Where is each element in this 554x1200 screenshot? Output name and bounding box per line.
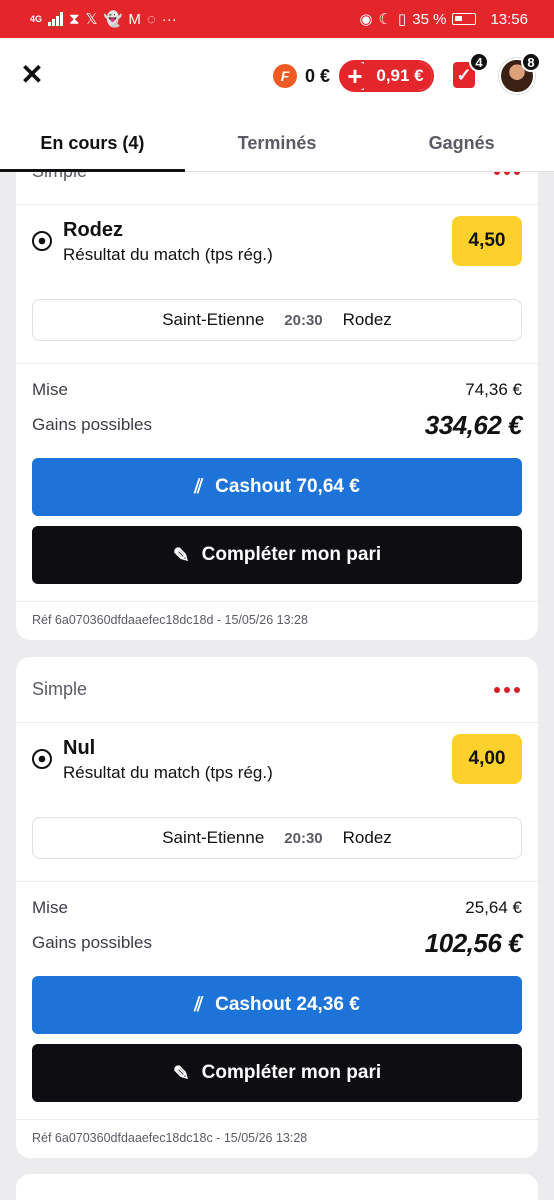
market-name: Résultat du match (tps rég.) [63,763,273,782]
cashout-icon: ⫽ [194,475,204,498]
gains-label: Gains possibles [32,933,153,952]
network-type: 4G [30,13,43,24]
freebet-balance[interactable]: F 0 € [273,64,330,88]
stake-label: Mise [32,380,68,399]
clock: 13:56 [490,10,528,28]
bet-card-header: Simple [16,657,538,723]
cashout-button[interactable]: ⫽ Cashout 24,36 € [32,976,522,1034]
freebet-icon: F [273,64,297,88]
vibrate-icon: ▯ [397,11,407,28]
kickoff-time: 20:30 [284,829,323,847]
notifications-count-badge: 8 [521,52,541,72]
deposit-balance-button[interactable]: + 0,91 € [339,60,434,92]
status-left: 4G ⧗ 𝕏 👻 M ◌ ··· [30,10,177,29]
tab-termines[interactable]: Terminés [185,114,370,171]
battery-icon [452,13,477,25]
status-bar: 4G ⧗ 𝕏 👻 M ◌ ··· ◉ ☾ ▯ 35 % 13:56 [0,0,554,38]
moon-icon: ☾ [378,11,392,28]
gmail-icon: M [128,10,141,28]
home-team: Saint-Etienne [162,310,265,329]
cashout-label: Cashout 24,36 € [215,994,360,1015]
kickoff-time: 20:30 [284,311,323,329]
stake-value: 74,36 € [465,380,522,399]
close-icon[interactable]: ✕ [18,60,46,90]
bet-reference: Réf 6a070360dfdaaefec18dc18c - 15/05/26 … [16,1119,538,1157]
complete-label: Compléter mon pari [201,544,382,565]
signal-icon [48,12,64,26]
football-icon [32,749,52,769]
gains-value: 102,56 € [424,927,523,958]
bet-card: Simple Nul Résultat du match (tps rég.) … [16,657,538,1158]
bet-card [16,1174,538,1200]
stake-summary: Mise 74,36 € Gains possibles 334,62 € [16,364,538,442]
tab-en-cours[interactable]: En cours (4) [0,114,185,172]
market-name: Résultat du match (tps rég.) [63,245,273,264]
stake-label: Mise [32,898,68,917]
cashout-icon: ⫽ [194,993,204,1016]
status-right: ◉ ☾ ▯ 35 % 13:56 [359,10,528,29]
my-bets-count-badge: 4 [469,52,489,72]
odds-badge: 4,00 [452,734,522,784]
match-info[interactable]: Saint-Etienne 20:30 Rodez [32,817,522,859]
balance-value: 0,91 € [364,62,432,90]
complete-bet-button[interactable]: ✎ Compléter mon pari [32,526,522,584]
stake-summary: Mise 25,64 € Gains possibles 102,56 € [16,882,538,960]
bet-card: Simple Rodez Résultat du match (tps rég.… [16,139,538,640]
battery-percent: 35 % [412,10,447,28]
more-options-icon[interactable] [494,686,520,693]
complete-label: Compléter mon pari [201,1062,382,1083]
home-team: Saint-Etienne [162,828,265,847]
snapchat-icon: 👻 [103,11,123,28]
complete-bet-button[interactable]: ✎ Compléter mon pari [32,1044,522,1102]
bet-reference: Réf 6a070360dfdaaefec18dc18d - 15/05/26 … [16,601,538,639]
stake-value: 25,64 € [465,898,522,917]
selection-name: Rodez [63,219,123,241]
more-notifications-icon: ··· [161,10,177,28]
x-app-icon: 𝕏 [85,11,98,28]
selection-name: Nul [63,737,96,759]
hourglass-icon: ⧗ [69,10,80,28]
football-icon [32,231,52,251]
whatsapp-icon: ◌ [146,10,156,28]
away-team: Rodez [342,310,392,329]
away-team: Rodez [342,828,392,847]
bet-tabs: En cours (4) Terminés Gagnés [0,114,554,172]
bet-selection: Rodez Résultat du match (tps rég.) 4,50 [16,205,538,299]
tab-gagnes[interactable]: Gagnés [369,114,554,171]
gains-label: Gains possibles [32,415,153,434]
match-info[interactable]: Saint-Etienne 20:30 Rodez [32,299,522,341]
edit-icon: ✎ [172,544,190,567]
freebet-value: 0 € [305,65,331,86]
cashout-label: Cashout 70,64 € [215,476,360,497]
app-header: ✕ F 0 € + 0,91 € ✓ 4 8 [0,38,554,114]
bet-type: Simple [32,679,88,699]
edit-icon: ✎ [172,1062,190,1085]
eye-icon: ◉ [359,11,373,28]
gains-value: 334,62 € [424,409,523,440]
cashout-button[interactable]: ⫽ Cashout 70,64 € [32,458,522,516]
bet-selection: Nul Résultat du match (tps rég.) 4,00 [16,723,538,817]
odds-badge: 4,50 [452,216,522,266]
